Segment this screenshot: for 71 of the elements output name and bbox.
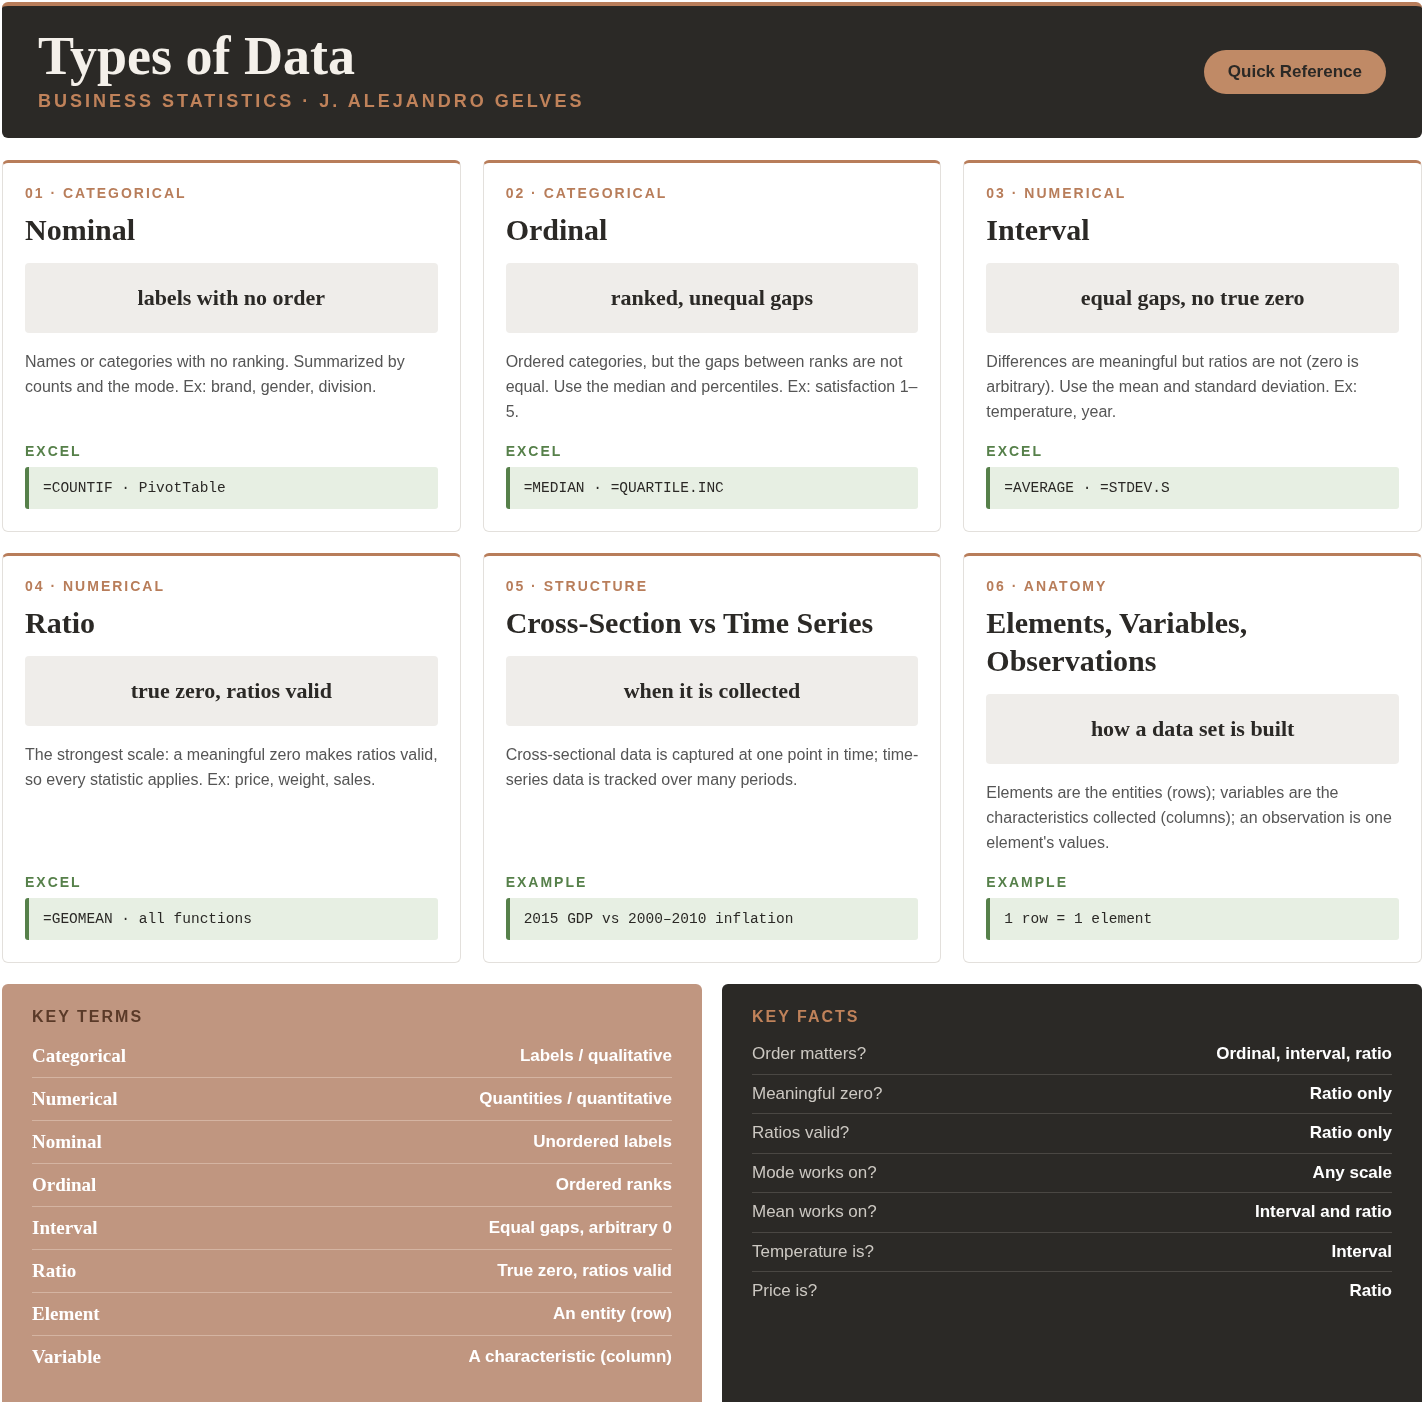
term-label: Ordinal (32, 1174, 97, 1196)
page-title: Types of Data (38, 28, 356, 85)
term-label: Categorical (32, 1044, 126, 1067)
fact-answer: Ordinal, interval, ratio (1216, 1043, 1392, 1064)
subtitle: BUSINESS STATISTICS · J. ALEJANDRO GELVES (38, 90, 585, 112)
term-label: Numerical (32, 1088, 118, 1110)
term-definition: Labels / qualitative (519, 1045, 672, 1066)
card-tag: 02 · CATEGORICAL (505, 185, 919, 201)
term-definition: An entity (row) (553, 1304, 672, 1324)
summary-box: true zero, ratios valid (25, 656, 438, 726)
summary-box: labels with no order (25, 263, 438, 333)
fact-answer: Ratio only (1309, 1083, 1392, 1104)
summary-box: how a data set is built (986, 694, 1399, 764)
fact-question: Meaningful zero? (752, 1083, 883, 1104)
fact-question: Order matters? (752, 1043, 867, 1064)
summary-box: equal gaps, no true zero (986, 263, 1399, 333)
term-definition: True zero, ratios valid (497, 1261, 672, 1281)
card-title: Ratio (25, 605, 96, 641)
card-tag: 04 · NUMERICAL (25, 578, 438, 594)
card-title: Interval (986, 212, 1091, 248)
card-description: Elements are the entities (rows); variables are the characteristics collected (columns); an observation is one element's values. (986, 783, 1393, 853)
fact-answer: Ratio only (1309, 1123, 1392, 1144)
fact-answer: Ratio (1349, 1281, 1392, 1302)
summary-box: when it is collected (505, 656, 919, 726)
code-box: =GEOMEAN · all functions (25, 898, 438, 940)
term-definition: Quantities / quantitative (479, 1089, 672, 1109)
code-box: =AVERAGE · =STDEV.S (986, 467, 1399, 509)
code-box: 1 row = 1 element (986, 898, 1399, 940)
fact-question: Temperature is? (752, 1241, 874, 1262)
summary-box: ranked, unequal gaps (505, 263, 919, 333)
term-definition: Ordered ranks (555, 1175, 672, 1195)
code-label: EXCEL (25, 443, 83, 459)
fact-answer: Interval (1331, 1241, 1392, 1262)
fact-question: Ratios valid? (752, 1123, 850, 1144)
panel-title: KEY FACTS (752, 1008, 861, 1026)
card-tag: 01 · CATEGORICAL (25, 185, 438, 201)
card-tag: 06 · ANATOMY (986, 578, 1399, 594)
card-description: Cross-sectional data is captured at one point in time; time-series data is tracked over many periods. (505, 745, 919, 790)
card-tag: 03 · NUMERICAL (986, 185, 1399, 201)
code-label: EXCEL (25, 874, 83, 890)
code-label: EXCEL (986, 443, 1044, 459)
code-box: =MEDIAN · =QUARTILE.INC (505, 467, 919, 509)
fact-answer: Interval and ratio (1255, 1202, 1392, 1223)
card-title: Elements, Variables, Observations (986, 605, 1249, 679)
fact-question: Price is? (752, 1281, 818, 1302)
code-label: EXAMPLE (986, 874, 1069, 890)
card-description: The strongest scale: a meaningful zero makes ratios valid, so every statistic applies. Ex: price, weight, sales. (25, 745, 438, 790)
code-box: 2015 GDP vs 2000–2010 inflation (505, 898, 919, 940)
fact-question: Mean works on? (752, 1202, 877, 1223)
term-definition: Unordered labels (533, 1132, 672, 1152)
code-label: EXCEL (505, 443, 564, 459)
code-box: =COUNTIF · PivotTable (25, 467, 438, 509)
term-label: Variable (32, 1346, 101, 1368)
card-description: Ordered categories, but the gaps between ranks are not equal. Use the median and percentiles. Ex: satisfaction 1–5. (505, 352, 919, 422)
term-label: Ratio (32, 1260, 77, 1282)
fact-answer: Any scale (1312, 1162, 1392, 1183)
card-title: Nominal (25, 212, 136, 248)
term-definition: Equal gaps, arbitrary 0 (488, 1218, 672, 1238)
term-label: Element (32, 1303, 100, 1325)
term-label: Nominal (32, 1131, 102, 1153)
card-description: Names or categories with no ranking. Summarized by counts and the mode. Ex: brand, gender, division. (25, 352, 406, 397)
term-label: Interval (32, 1217, 98, 1239)
card-tag: 05 · STRUCTURE (505, 578, 919, 594)
card-description: Differences are meaningful but ratios are not (zero is arbitrary). Use the mean and standard deviation. Ex: temperature, year. (986, 352, 1360, 422)
card-title: Cross-Section vs Time Series (505, 605, 875, 641)
quick-reference-button[interactable]: Quick Reference (1203, 50, 1386, 94)
card-title: Ordinal (505, 212, 609, 248)
term-definition: A characteristic (column) (468, 1347, 672, 1367)
panel-title: KEY TERMS (32, 1008, 145, 1026)
code-label: EXAMPLE (505, 874, 589, 890)
fact-question: Mode works on? (752, 1162, 877, 1183)
